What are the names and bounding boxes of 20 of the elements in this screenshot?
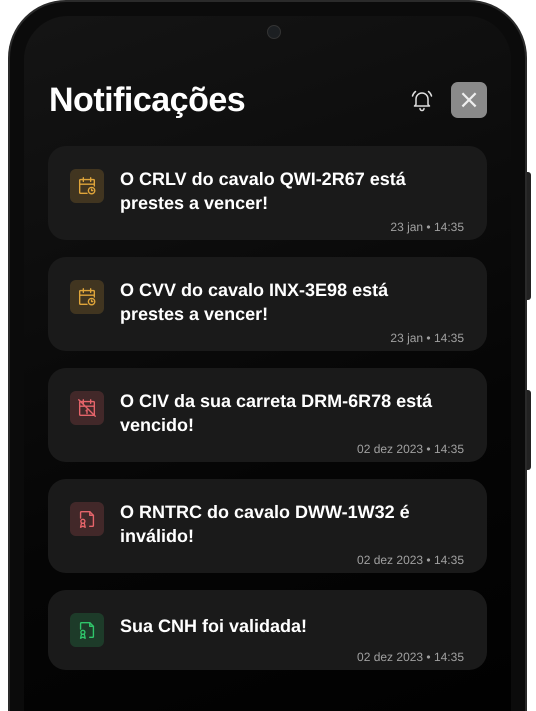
notification-card[interactable]: O RNTRC do cavalo DWW-1W32 é inválido! 02 dez 2023 • 14:35 bbox=[48, 479, 487, 573]
notification-message: O CVV do cavalo INX-3E98 está prestes a vencer! bbox=[120, 279, 390, 326]
page-title: Notificações bbox=[48, 80, 246, 120]
side-button[interactable] bbox=[527, 172, 531, 300]
notification-card[interactable]: O CIV da sua carreta DRM-6R78 está vencido! 02 dez 2023 • 14:35 bbox=[48, 368, 487, 462]
notification-time: 23 jan • 14:35 bbox=[390, 331, 464, 345]
notification-message: Sua CNH foi validada! bbox=[120, 615, 308, 638]
notification-message: O CRLV do cavalo QWI-2R67 está prestes a vencer! bbox=[120, 168, 407, 215]
camera-icon bbox=[267, 25, 281, 39]
notification-card[interactable]: O CVV do cavalo INX-3E98 está prestes a vencer! 23 jan • 14:35 bbox=[48, 257, 487, 351]
notification-message: O RNTRC do cavalo DWW-1W32 é inválido! bbox=[120, 501, 411, 548]
notification-time: 23 jan • 14:35 bbox=[390, 220, 464, 234]
side-button[interactable] bbox=[527, 390, 531, 470]
notification-message: O CIV da sua carreta DRM-6R78 está vencido! bbox=[120, 390, 434, 437]
notification-time: 02 dez 2023 • 14:35 bbox=[357, 553, 464, 567]
notification-time: 02 dez 2023 • 14:35 bbox=[357, 650, 464, 664]
bell-icon[interactable] bbox=[410, 88, 434, 112]
notification-time: 02 dez 2023 • 14:35 bbox=[357, 442, 464, 456]
notification-card[interactable]: O CRLV do cavalo QWI-2R67 está prestes a vencer! 23 jan • 14:35 bbox=[48, 146, 487, 240]
notification-card[interactable]: Sua CNH foi validada! 02 dez 2023 • 14:35 bbox=[48, 590, 487, 670]
